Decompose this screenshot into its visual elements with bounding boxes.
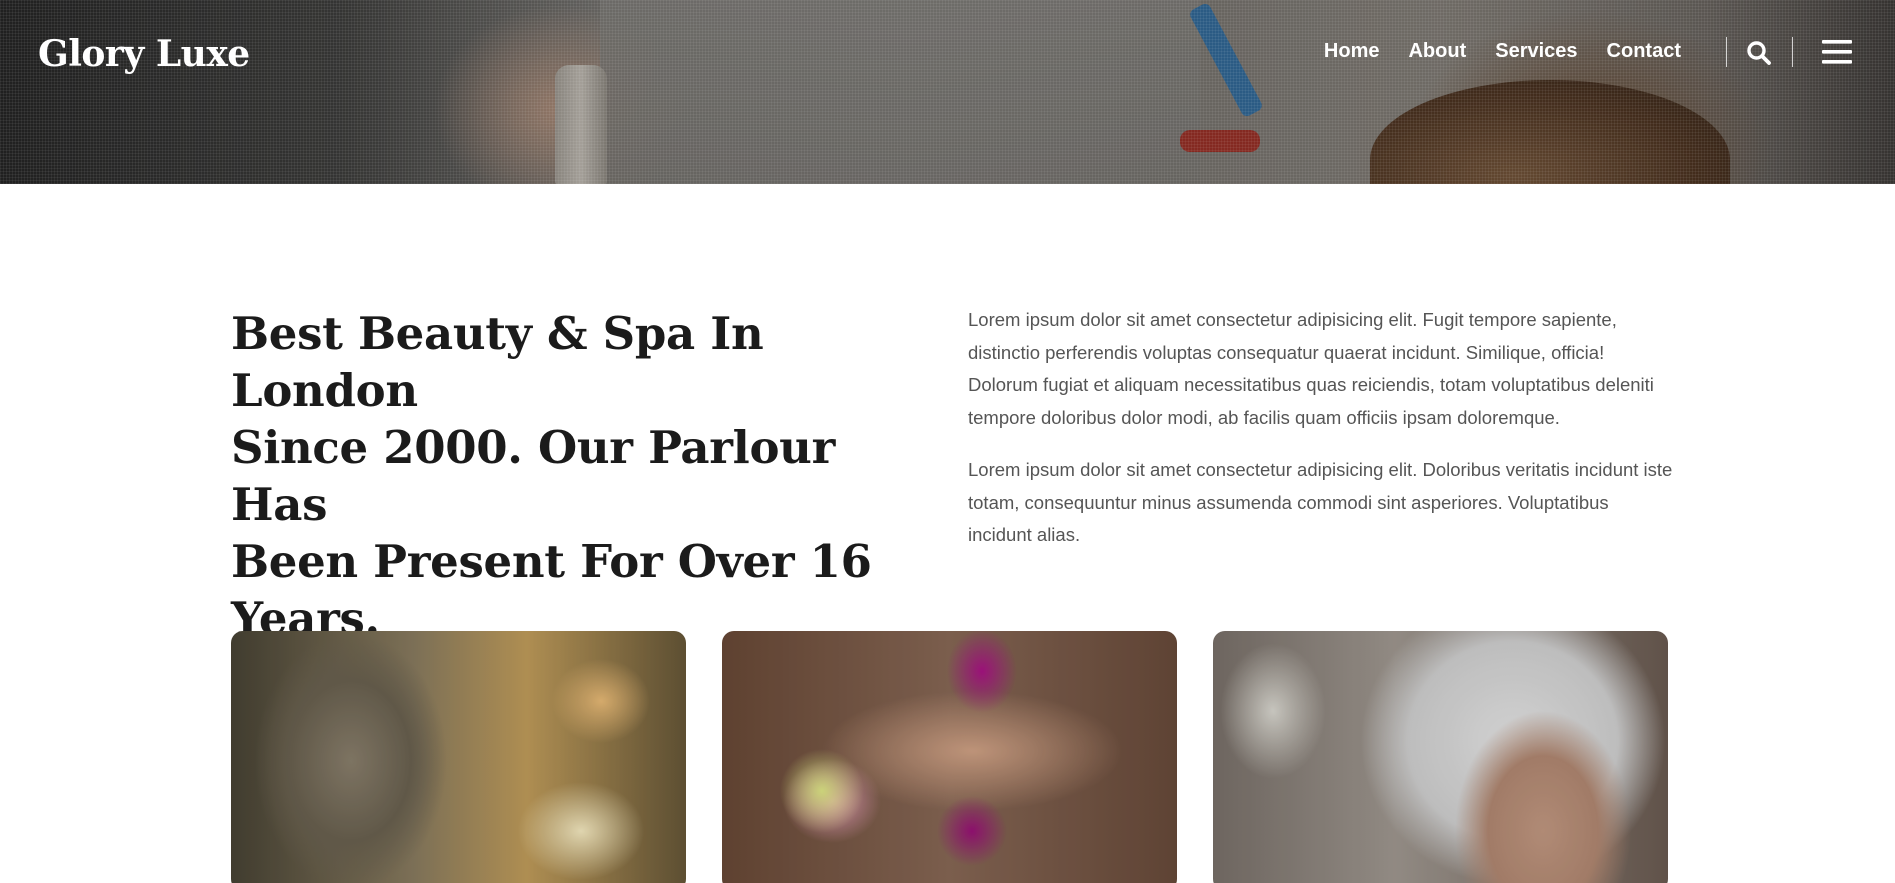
hero-image-hair — [1370, 80, 1730, 184]
nav-contact[interactable]: Contact — [1607, 40, 1681, 63]
hero-image-spray-bottle — [555, 65, 607, 184]
hero-image-clip — [1180, 130, 1260, 152]
intro-paragraph-1: Lorem ipsum dolor sit amet consectetur a… — [968, 309, 1654, 428]
search-icon[interactable] — [1746, 40, 1772, 66]
nav-about[interactable]: About — [1408, 40, 1466, 63]
nav-home[interactable]: Home — [1324, 40, 1380, 63]
headline-line: Since 2000. Our Parlour Has — [231, 421, 836, 531]
nav-services[interactable]: Services — [1495, 40, 1577, 63]
main-nav: Home About Services Contact — [1324, 40, 1681, 63]
nav-divider — [1726, 37, 1727, 67]
hero-image-comb — [1188, 1, 1264, 119]
headline-line: Best Beauty & Spa In London — [231, 307, 764, 417]
hero-banner — [0, 0, 1895, 184]
headline-line: Been Present For Over 16 Years. — [231, 535, 872, 645]
hero-image-sweater — [600, 0, 1200, 184]
intro-headline: Best Beauty & Spa In London Since 2000. … — [231, 305, 931, 647]
service-card-pedicure-flowers[interactable] — [722, 631, 1177, 883]
nav-divider — [1792, 37, 1793, 67]
service-card-facial-mask[interactable] — [1213, 631, 1668, 883]
site-logo[interactable]: Glory Luxe — [38, 33, 250, 75]
service-card-towels-candles[interactable] — [231, 631, 686, 883]
intro-paragraph-2: Lorem ipsum dolor sit amet consectetur a… — [968, 459, 1673, 545]
hamburger-menu-icon[interactable] — [1822, 38, 1852, 66]
